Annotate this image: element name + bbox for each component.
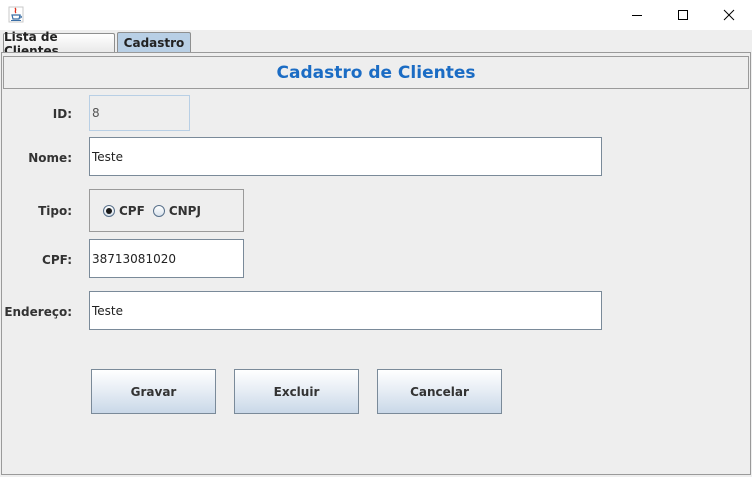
close-icon xyxy=(723,9,735,21)
page-title: Cadastro de Clientes xyxy=(276,62,476,83)
endereco-label: Endereço: xyxy=(4,305,72,319)
tab-lista-de-clientes[interactable]: Lista de Clientes xyxy=(3,30,115,58)
form-header: Cadastro de Clientes xyxy=(3,56,749,89)
radio-cpf-label: CPF xyxy=(119,203,145,218)
radio-cnpj-label: CNPJ xyxy=(168,203,201,218)
id-label: ID: xyxy=(52,107,72,121)
radio-unchecked-icon xyxy=(152,204,165,217)
maximize-button[interactable] xyxy=(660,0,706,30)
excluir-button[interactable]: Excluir xyxy=(234,369,359,414)
java-cup-icon xyxy=(8,6,24,23)
gravar-button[interactable]: Gravar xyxy=(91,369,216,414)
tipo-label: Tipo: xyxy=(38,204,72,218)
radio-checked-icon xyxy=(103,204,115,217)
radio-cnpj[interactable]: CNPJ xyxy=(152,203,201,218)
maximize-icon xyxy=(678,10,688,20)
radio-cpf[interactable]: CPF xyxy=(103,204,145,218)
nome-field[interactable]: Teste xyxy=(89,137,602,176)
cpf-field[interactable]: 38713081020 xyxy=(89,239,244,278)
tab-cadastro[interactable]: Cadastro xyxy=(117,32,191,53)
minimize-icon xyxy=(632,15,642,16)
tab-strip: Lista de Clientes Cadastro xyxy=(0,30,752,58)
nome-label: Nome: xyxy=(28,151,72,165)
endereco-field[interactable]: Teste xyxy=(89,291,602,330)
tipo-radio-group: CPF CNPJ xyxy=(89,189,244,232)
cancelar-button[interactable]: Cancelar xyxy=(377,369,502,414)
title-bar xyxy=(0,0,752,30)
id-field: 8 xyxy=(89,95,190,131)
minimize-button[interactable] xyxy=(614,0,660,30)
close-button[interactable] xyxy=(706,0,752,30)
cpf-label: CPF: xyxy=(42,253,72,267)
